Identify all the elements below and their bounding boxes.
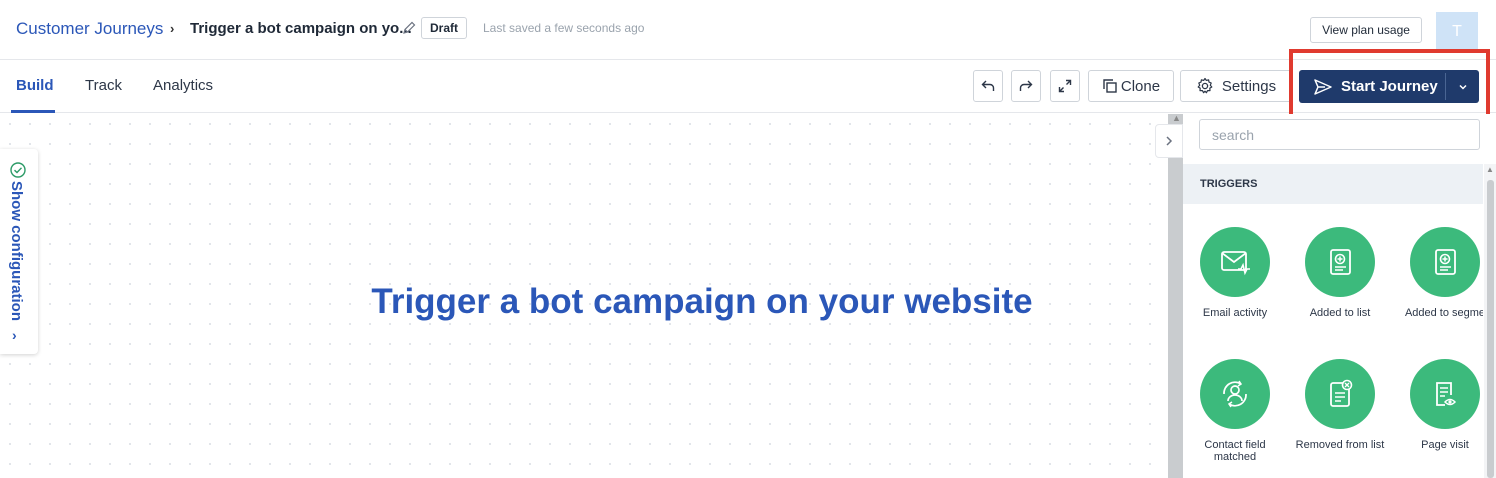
trigger-page-visit[interactable]: Page visit xyxy=(1393,359,1483,451)
highlight-box xyxy=(1289,49,1490,121)
undo-button[interactable] xyxy=(973,70,1003,102)
breadcrumb-customer-journeys[interactable]: Customer Journeys xyxy=(16,19,163,39)
trigger-label: Page visit xyxy=(1421,439,1469,451)
tab-build[interactable]: Build xyxy=(16,77,54,94)
avatar[interactable]: T xyxy=(1436,12,1478,50)
email-activity-icon xyxy=(1200,227,1270,297)
tab-analytics[interactable]: Analytics xyxy=(153,77,213,94)
pencil-icon[interactable] xyxy=(401,20,417,36)
scrollbar-thumb[interactable] xyxy=(1487,180,1494,478)
added-to-segment-icon xyxy=(1410,227,1480,297)
redo-icon xyxy=(1019,80,1033,91)
redo-button[interactable] xyxy=(1011,70,1041,102)
search-input[interactable] xyxy=(1199,119,1480,150)
trigger-list-scrollbar[interactable] xyxy=(1484,164,1496,478)
contact-field-icon xyxy=(1200,359,1270,429)
tab-track[interactable]: Track xyxy=(85,77,122,94)
chevron-right-icon: › xyxy=(12,327,17,343)
top-bar: Customer Journeys › Trigger a bot campai… xyxy=(0,0,1496,60)
trigger-label: Email activity xyxy=(1202,307,1268,319)
view-plan-usage-button[interactable]: View plan usage xyxy=(1310,17,1422,43)
show-configuration-tab[interactable]: Show configuration › xyxy=(0,149,38,354)
trigger-label: Added to segme xyxy=(1404,307,1483,319)
panel-scrollbar[interactable] xyxy=(1168,114,1183,478)
breadcrumb-separator: › xyxy=(170,21,175,36)
gear-icon xyxy=(1197,77,1213,94)
trigger-panel: TRIGGERS ▲ Email activity Added to list … xyxy=(1183,114,1496,478)
clone-button[interactable]: Clone xyxy=(1088,70,1174,102)
added-to-list-icon xyxy=(1305,227,1375,297)
page-visit-icon xyxy=(1410,359,1480,429)
clone-label: Clone xyxy=(1120,77,1161,95)
settings-button[interactable]: Settings xyxy=(1180,70,1292,102)
scroll-up-icon[interactable]: ▲ xyxy=(1486,165,1494,174)
active-tab-indicator xyxy=(11,110,55,113)
chevron-right-icon xyxy=(1166,136,1173,146)
undo-icon xyxy=(981,80,995,91)
saved-status: Last saved a few seconds ago xyxy=(483,21,645,35)
expand-icon xyxy=(1058,79,1072,93)
trigger-label: Contact field matched xyxy=(1204,439,1266,463)
trigger-contact-field-matched[interactable]: Contact field matched xyxy=(1183,359,1287,463)
trigger-added-to-list[interactable]: Added to list xyxy=(1288,227,1392,319)
trigger-email-activity[interactable]: Email activity xyxy=(1183,227,1287,319)
trigger-added-to-segment[interactable]: Added to segme xyxy=(1393,227,1483,319)
trigger-list: Email activity Added to list Added to se… xyxy=(1183,204,1483,478)
show-configuration-label: Show configuration xyxy=(8,181,25,321)
trigger-removed-from-list[interactable]: Removed from list xyxy=(1288,359,1392,451)
trigger-label: Added to list xyxy=(1309,307,1371,319)
check-circle-icon xyxy=(10,162,26,178)
trigger-label: Removed from list xyxy=(1295,439,1385,451)
collapse-panel-button[interactable] xyxy=(1155,124,1183,158)
journey-title[interactable]: Trigger a bot campaign on yo... xyxy=(190,20,412,37)
fullscreen-button[interactable] xyxy=(1050,70,1080,102)
settings-label: Settings xyxy=(1221,77,1277,95)
scroll-up-icon[interactable]: ▲ xyxy=(1172,113,1181,123)
section-title-triggers: TRIGGERS xyxy=(1183,164,1483,204)
status-badge: Draft xyxy=(421,17,468,39)
clone-icon xyxy=(1103,79,1117,93)
removed-from-list-icon xyxy=(1305,359,1375,429)
